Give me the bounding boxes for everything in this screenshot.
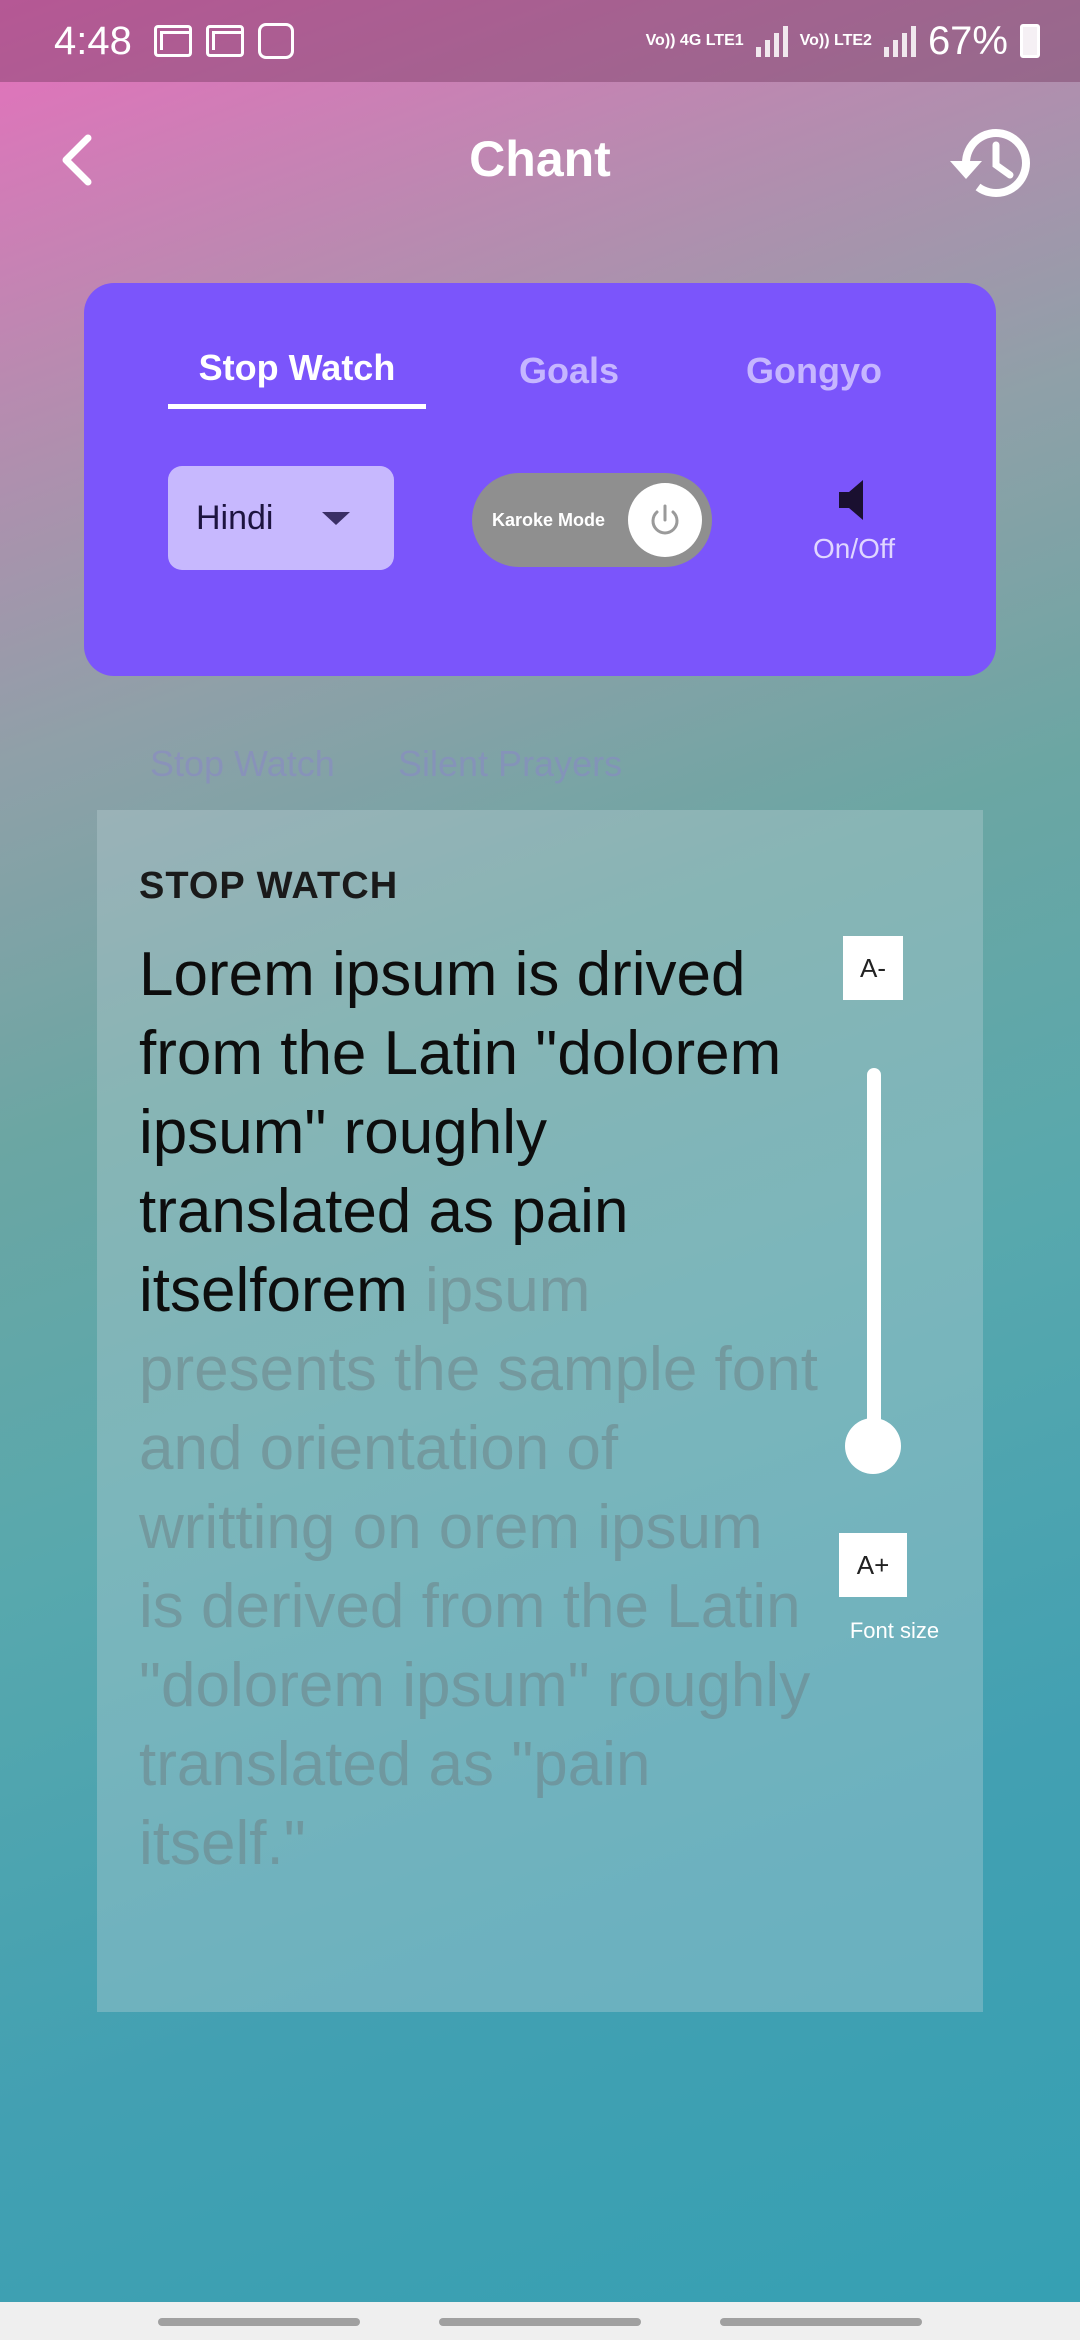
tab-gongyo[interactable]: Gongyo — [724, 350, 904, 392]
mail-icon — [205, 25, 244, 57]
sim2-indicator: Vo)) LTE2 — [799, 32, 872, 49]
history-icon[interactable] — [944, 115, 1040, 211]
subtab-stop-watch[interactable]: Stop Watch — [150, 743, 335, 785]
font-increase-button[interactable]: A+ — [839, 1533, 907, 1597]
tab-stop-watch[interactable]: Stop Watch — [168, 347, 426, 389]
chant-text: Lorem ipsum is drived from the Latin "do… — [139, 935, 819, 1883]
speaker-icon — [839, 480, 863, 520]
font-size-slider-thumb[interactable] — [845, 1418, 901, 1474]
nav-back-button[interactable] — [720, 2318, 922, 2326]
language-value: Hindi — [196, 498, 274, 537]
nav-recents-button[interactable] — [158, 2318, 360, 2326]
karoke-mode-label: Karoke Mode — [492, 509, 606, 530]
font-size-slider-track[interactable] — [867, 1068, 881, 1453]
gmail-icon — [153, 25, 192, 57]
battery-percent: 67% — [927, 18, 1008, 63]
font-size-label: Font size — [849, 1618, 940, 1643]
status-time: 4:48 — [54, 18, 132, 63]
page-title: Chant — [469, 131, 611, 187]
system-nav-bar — [0, 2302, 1080, 2340]
sound-label: On/Off — [813, 533, 895, 564]
battery-icon — [1020, 24, 1040, 58]
panel-heading: STOP WATCH — [139, 865, 399, 907]
subtab-silent-prayers[interactable]: Silent Prayers — [398, 743, 622, 785]
dropdown-arrow-icon — [322, 512, 350, 525]
chant-text-panel: STOP WATCH Lorem ipsum is drived from th… — [97, 810, 983, 2012]
wifi-calling-icon — [257, 23, 294, 59]
sound-toggle[interactable]: On/Off — [774, 478, 934, 568]
tab-goals[interactable]: Goals — [484, 350, 654, 392]
control-card: Stop Watch Goals Gongyo Hindi Karoke Mod… — [84, 283, 996, 676]
active-tab-indicator — [168, 404, 426, 409]
power-icon — [628, 483, 702, 557]
sim1-indicator: Vo)) 4G LTE1 — [645, 32, 744, 49]
chant-text-unread: ipsum presents the sample font and orien… — [139, 1256, 818, 1878]
signal-icon-2 — [883, 25, 916, 57]
signal-icon — [755, 25, 788, 57]
nav-home-button[interactable] — [439, 2318, 641, 2326]
font-decrease-button[interactable]: A- — [843, 936, 903, 1000]
karoke-mode-toggle[interactable]: Karoke Mode — [472, 473, 712, 567]
status-bar: 4:48 Vo)) 4G LTE1 Vo)) LTE2 67% — [0, 0, 1080, 82]
language-select[interactable]: Hindi — [168, 466, 394, 570]
app-bar: Chant — [0, 110, 1080, 210]
